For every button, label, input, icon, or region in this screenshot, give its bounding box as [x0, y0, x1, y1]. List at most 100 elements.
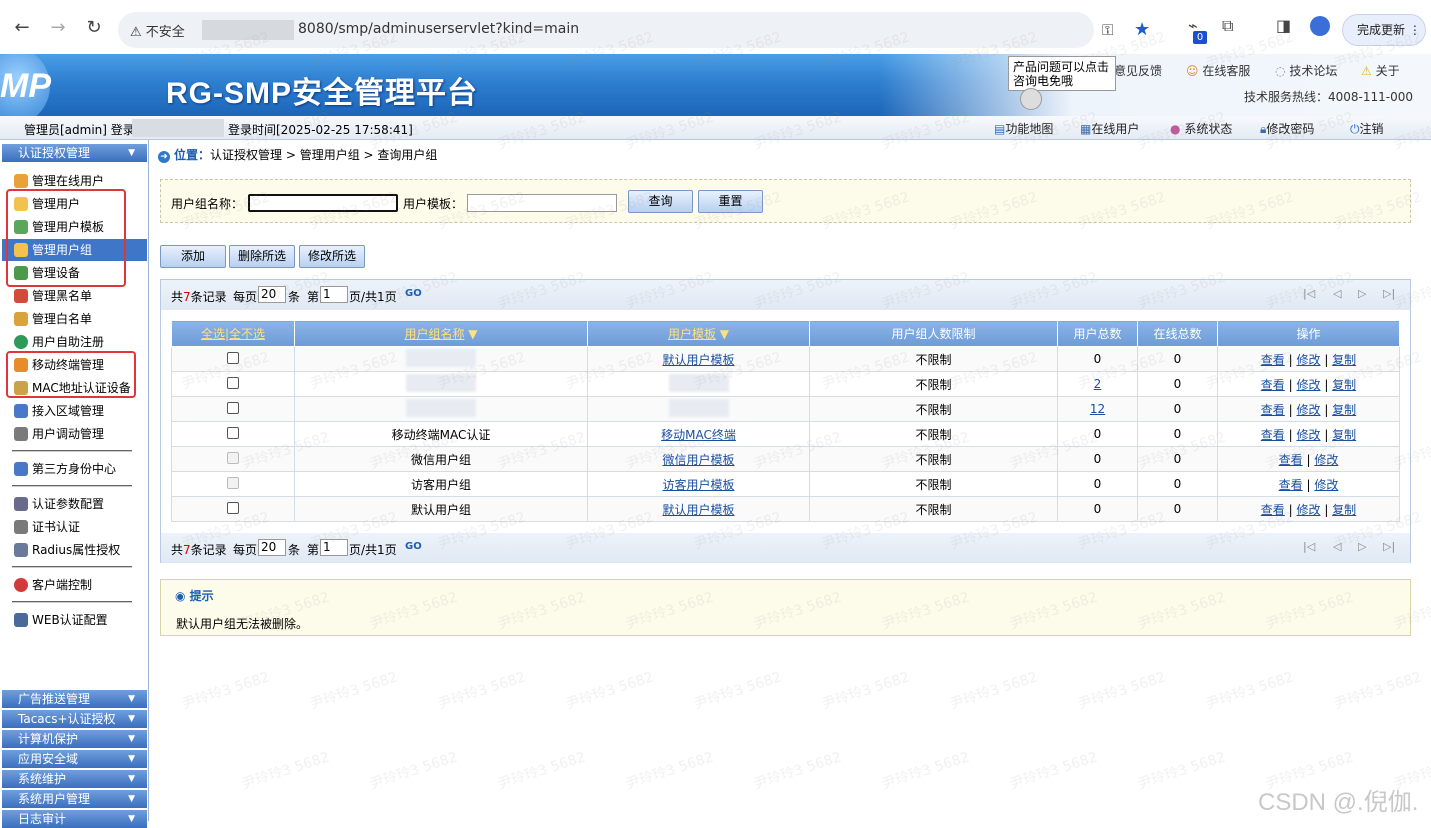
copy-link[interactable]: 复制 [1332, 503, 1356, 517]
sidebar-section-app-security[interactable]: 应用安全域 ▼ [2, 750, 147, 768]
copy-link[interactable]: 复制 [1332, 428, 1356, 442]
edit-link[interactable]: 修改 [1296, 428, 1320, 442]
per-page-input[interactable]: 20 [258, 286, 286, 303]
user-total-link[interactable]: 2 [1094, 377, 1102, 391]
sort-group-name[interactable]: 用户组名称 [404, 327, 464, 341]
query-button[interactable]: 查询 [628, 190, 693, 213]
security-warning[interactable]: ⚠ 不安全 [130, 21, 185, 40]
row-checkbox[interactable] [227, 401, 239, 414]
sidebar-section-tacacs[interactable]: Tacacs+认证授权 ▼ [2, 710, 147, 728]
update-button[interactable]: 完成更新 ⋮ [1342, 14, 1426, 46]
group-name-input[interactable] [248, 194, 398, 212]
view-link[interactable]: 查看 [1279, 453, 1303, 467]
next-page-icon[interactable]: ▷ [1358, 287, 1366, 300]
add-button[interactable]: 添加 [160, 245, 226, 268]
feedback-link[interactable]: 意见反馈 [1114, 62, 1162, 79]
template-link[interactable]: 微信用户模板 [662, 453, 734, 467]
view-link[interactable]: 查看 [1261, 378, 1285, 392]
template-link[interactable]: 默认用户模板 [662, 503, 734, 517]
edit-link[interactable]: 修改 [1314, 453, 1338, 467]
edit-link[interactable]: 修改 [1314, 478, 1338, 492]
edit-link[interactable]: 修改 [1296, 403, 1320, 417]
edit-link[interactable]: 修改 [1296, 353, 1320, 367]
logout-link[interactable]: ⏻注销 [1350, 120, 1384, 137]
view-link[interactable]: 查看 [1279, 478, 1303, 492]
sidebar-item-web-auth[interactable]: WEB认证配置 [12, 609, 147, 631]
first-page-icon[interactable]: |◁ [1303, 287, 1315, 300]
online-service-link[interactable]: ☺ 在线客服 [1186, 62, 1250, 79]
view-link[interactable]: 查看 [1261, 428, 1285, 442]
delete-selected-button[interactable]: 删除所选 [229, 245, 295, 268]
sidebar-item-third-party-identity[interactable]: 第三方身份中心 [12, 458, 147, 480]
forward-icon[interactable]: → [44, 14, 72, 42]
profile-avatar[interactable] [1310, 16, 1330, 36]
last-page-icon[interactable]: ▷| [1383, 287, 1395, 300]
sidebar-section-audit[interactable]: 日志审计 ▼ [2, 810, 147, 828]
sidebar-section-sys-users[interactable]: 系统用户管理 ▼ [2, 790, 147, 808]
template-link[interactable]: 访客用户模板 [662, 478, 734, 492]
sidebar-section-pc-protect[interactable]: 计算机保护 ▼ [2, 730, 147, 748]
sidebar-item-user-transfer[interactable]: 用户调动管理 [12, 423, 147, 445]
bookmark-star-icon[interactable]: ★ [1134, 19, 1150, 40]
prev-page-icon[interactable]: ◁ [1333, 287, 1341, 300]
address-bar[interactable]: ⚠ 不安全 8080/smp/adminuserservlet?kind=mai… [118, 12, 1150, 48]
go-button[interactable]: GO [405, 288, 422, 299]
system-status-link[interactable]: ● 系统状态 [1170, 120, 1232, 137]
view-link[interactable]: 查看 [1261, 503, 1285, 517]
reset-button[interactable]: 重置 [698, 190, 763, 213]
view-link[interactable]: 查看 [1261, 353, 1285, 367]
copy-link[interactable]: 复制 [1332, 353, 1356, 367]
select-none-link[interactable]: 全不选 [229, 327, 265, 341]
edit-link[interactable]: 修改 [1296, 503, 1320, 517]
go-button[interactable]: GO [405, 541, 422, 552]
page-input[interactable]: 1 [320, 539, 348, 556]
template-input[interactable] [467, 194, 617, 212]
sidebar-item-blacklist[interactable]: 管理黑名单 [12, 285, 147, 307]
function-map-link[interactable]: ▤功能地图 [994, 120, 1053, 137]
sidebar-item-cert-auth[interactable]: 证书认证 [12, 516, 147, 538]
forum-link[interactable]: ◌ 技术论坛 [1275, 62, 1337, 79]
sidebar-item-access-areas[interactable]: 接入区域管理 [12, 400, 147, 422]
sidebar-item-self-register[interactable]: 用户自助注册 [12, 331, 147, 353]
edit-link[interactable]: 修改 [1296, 378, 1320, 392]
row-checkbox[interactable] [227, 501, 239, 514]
sidebar-item-whitelist[interactable]: 管理白名单 [12, 308, 147, 330]
sidebar-item-auth-params[interactable]: 认证参数配置 [12, 493, 147, 515]
sidepanel-icon[interactable]: ◨ [1276, 16, 1291, 35]
user-total-link[interactable]: 12 [1090, 402, 1105, 416]
modify-selected-button[interactable]: 修改所选 [299, 245, 365, 268]
last-page-icon[interactable]: ▷| [1383, 540, 1395, 553]
view-link[interactable]: 查看 [1261, 403, 1285, 417]
next-page-icon[interactable]: ▷ [1358, 540, 1366, 553]
sidebar-item-radius-attr[interactable]: Radius属性授权 [12, 539, 147, 561]
page-input[interactable]: 1 [320, 286, 348, 303]
sidebar-item-client-control[interactable]: 客户端控制 [12, 574, 147, 596]
sidebar-section-auth[interactable]: 认证授权管理 ▼ [2, 144, 147, 162]
change-password-link[interactable]: 🔒︎修改密码 [1260, 120, 1314, 137]
sidebar-section-ads[interactable]: 广告推送管理 ▼ [2, 690, 147, 708]
mascot-icon[interactable] [1020, 88, 1042, 110]
copy-link[interactable]: 复制 [1332, 378, 1356, 392]
copy-link[interactable]: 复制 [1332, 403, 1356, 417]
row-checkbox[interactable] [227, 426, 239, 439]
row-checkbox[interactable] [227, 351, 239, 364]
first-page-icon[interactable]: |◁ [1303, 540, 1315, 553]
template-cell: 默认用户模板 [587, 346, 810, 372]
table-row: 不限制 2 0 查看 | 修改 | 复制 [171, 371, 1400, 397]
about-link[interactable]: ⚠ 关于 [1361, 62, 1400, 79]
puzzle-icon[interactable]: ⧉ [1222, 16, 1233, 36]
row-checkbox[interactable] [227, 376, 239, 389]
key-icon[interactable]: ⚿ [1102, 21, 1113, 39]
back-icon[interactable]: ← [8, 14, 36, 42]
template-link[interactable]: 移动MAC终端 [661, 428, 736, 442]
select-all-link[interactable]: 全选 [201, 327, 225, 341]
reload-icon[interactable]: ↻ [80, 14, 108, 42]
url-text[interactable]: 8080/smp/adminuserservlet?kind=main [298, 21, 579, 37]
online-users-link[interactable]: ▦在线用户 [1080, 120, 1139, 137]
watermark-text: 尹玲玲3 5682 [624, 749, 716, 793]
per-page-input[interactable]: 20 [258, 539, 286, 556]
sidebar-section-maintenance[interactable]: 系统维护 ▼ [2, 770, 147, 788]
template-link[interactable]: 默认用户模板 [662, 353, 734, 367]
prev-page-icon[interactable]: ◁ [1333, 540, 1341, 553]
sort-template[interactable]: 用户模板 [668, 327, 716, 341]
